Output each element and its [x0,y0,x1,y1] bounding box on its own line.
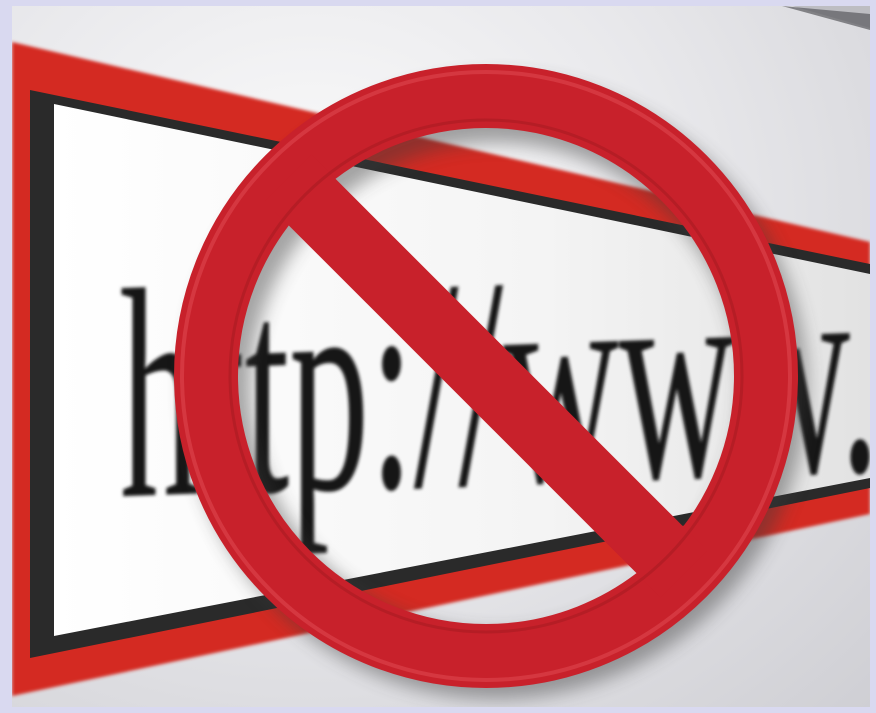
top-shadow [12,6,870,28]
image-frame: http://www. [0,0,876,713]
photo: http://www. [12,6,870,707]
photo-illustration: http://www. [12,6,870,699]
